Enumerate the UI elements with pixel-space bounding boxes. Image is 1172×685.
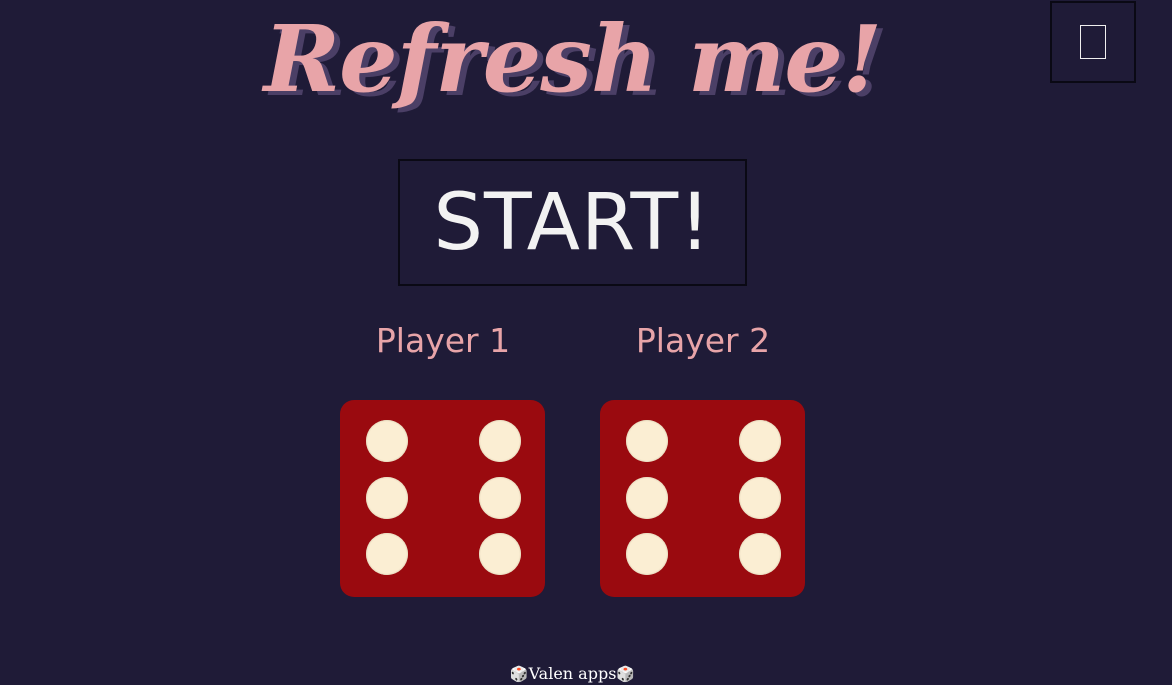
die-pip [479, 420, 521, 462]
die-pip [366, 477, 408, 519]
die-pip [739, 477, 781, 519]
footer: 🎲Valen apps🎲 [0, 662, 1145, 685]
dice-icon: 🎲 [616, 665, 636, 683]
die-pip [626, 420, 668, 462]
player-1-label: Player 1 [375, 321, 511, 360]
die-pip [626, 533, 668, 575]
die-pip [479, 533, 521, 575]
die-pip [626, 477, 668, 519]
die-pip [366, 533, 408, 575]
die-pip [739, 533, 781, 575]
dice-icon: 🎲 [509, 665, 529, 683]
die-pip [366, 420, 408, 462]
corner-button[interactable] [1050, 1, 1136, 83]
player-2-label: Player 2 [635, 321, 771, 360]
unknown-glyph-icon [1080, 25, 1106, 59]
die-pip [479, 477, 521, 519]
footer-text: Valen apps [528, 664, 617, 683]
page-title: Refresh me! [263, 5, 883, 113]
start-button[interactable]: START! [398, 159, 747, 286]
player-1-die [340, 400, 545, 597]
player-2-die [600, 400, 805, 597]
die-pip [739, 420, 781, 462]
